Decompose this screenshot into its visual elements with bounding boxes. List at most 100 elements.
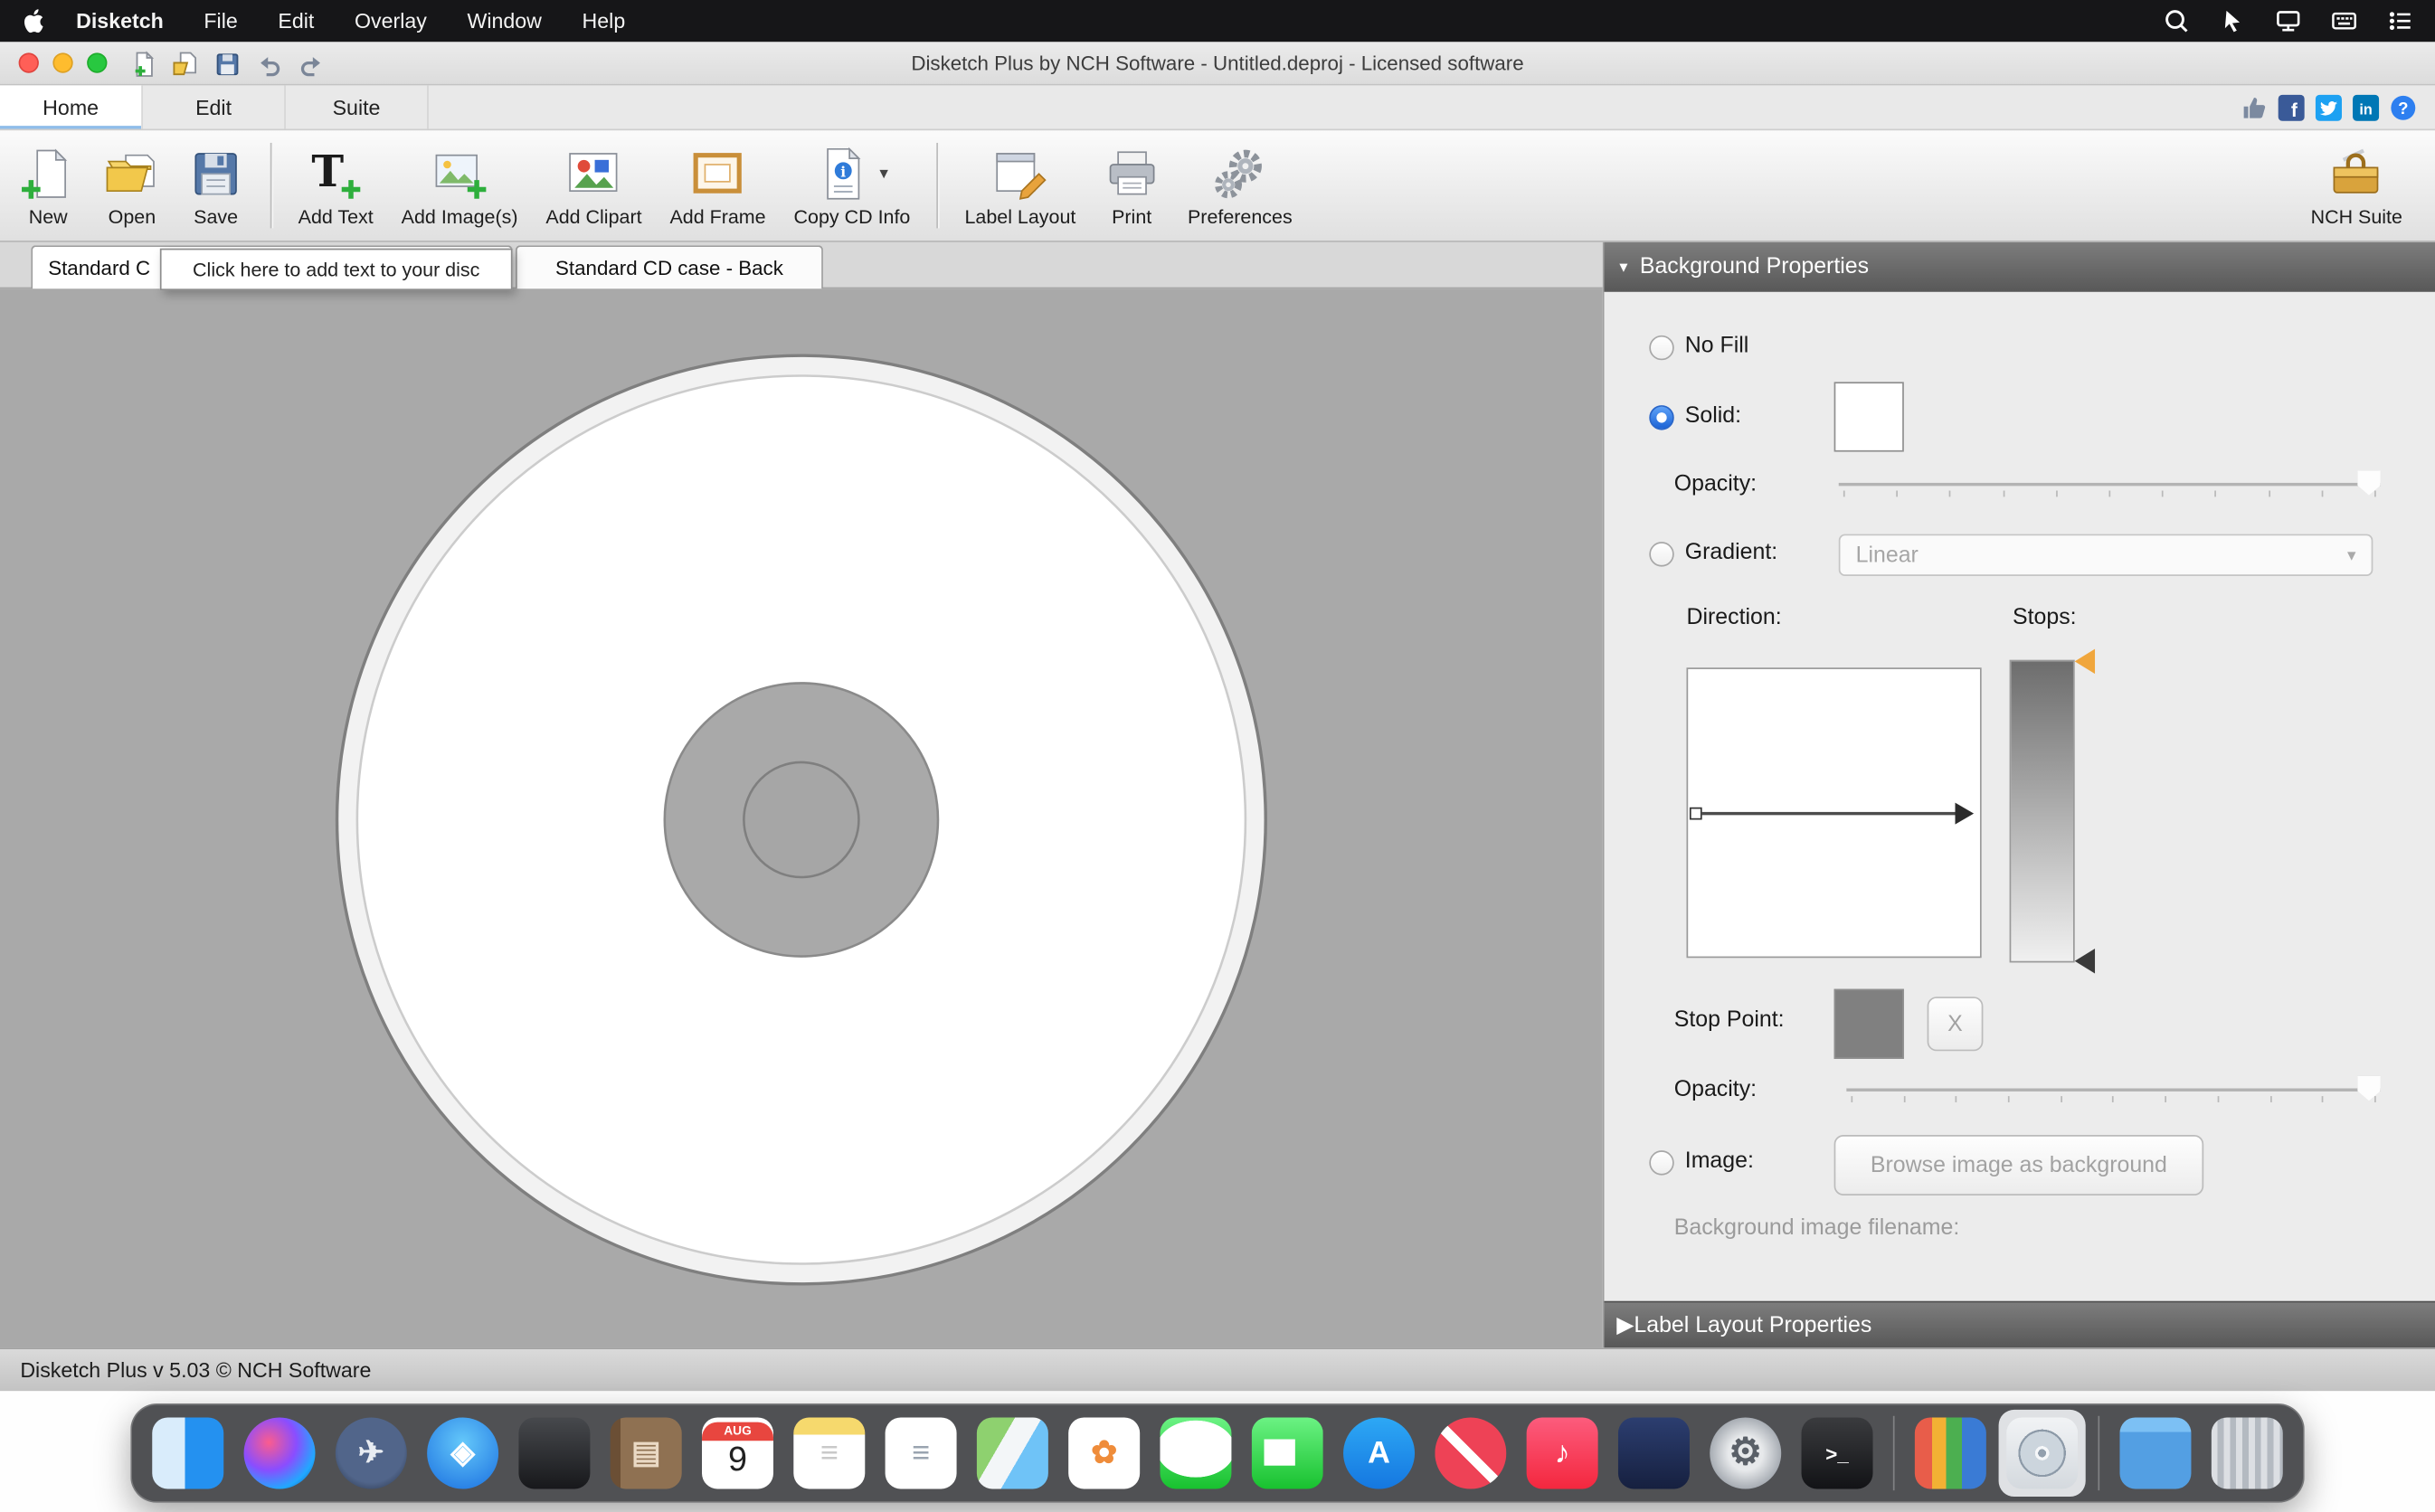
facebook-icon[interactable]: f — [2279, 94, 2305, 120]
dark-blue-app-icon[interactable] — [1618, 1417, 1690, 1488]
thumbs-up-icon[interactable] — [2241, 94, 2267, 120]
solid-opacity-slider[interactable] — [1839, 468, 2381, 499]
gradient-direction-box[interactable] — [1686, 667, 1981, 958]
toolbar-nch-suite[interactable]: NCH Suite — [2297, 130, 2416, 241]
disketch-dock-icon[interactable] — [2006, 1417, 2078, 1488]
gradient-stop-marker-bottom[interactable] — [2075, 949, 2095, 973]
image-label: Image: — [1685, 1148, 1754, 1173]
toolbar-add-clipart[interactable]: Add Clipart — [532, 130, 656, 241]
menu-window[interactable]: Window — [467, 9, 541, 33]
quick-open-icon[interactable] — [173, 50, 199, 78]
solid-color-swatch[interactable] — [1834, 382, 1904, 451]
downloads-folder-icon[interactable] — [2119, 1417, 2191, 1488]
twitter-icon[interactable] — [2316, 94, 2342, 120]
document-tab-back[interactable]: Standard CD case - Back — [516, 245, 823, 288]
spotlight-search-icon[interactable] — [2164, 8, 2190, 34]
toolbar-new[interactable]: New — [6, 130, 90, 241]
gradient-stop-marker-top[interactable] — [2075, 649, 2095, 674]
displays-icon[interactable] — [2275, 8, 2301, 34]
toolbar-add-image-s[interactable]: Add Image(s) — [387, 130, 532, 241]
cd-disc-graphic[interactable] — [0, 288, 1603, 1347]
safari-icon-glyph: ◈ — [450, 1438, 474, 1469]
minimize-window-button[interactable] — [52, 52, 72, 72]
remove-stop-button[interactable]: X — [1928, 997, 1984, 1051]
toolbar-print[interactable]: Print — [1090, 130, 1174, 241]
background-properties-header[interactable]: ▼ Background Properties — [1604, 242, 2435, 292]
direction-line — [1698, 811, 1956, 814]
toolbar-label: Print — [1112, 205, 1151, 227]
svg-text:i: i — [841, 163, 847, 180]
menu-file[interactable]: File — [204, 9, 237, 33]
terminal-icon[interactable]: >_ — [1802, 1417, 1873, 1488]
menu-edit[interactable]: Edit — [278, 9, 314, 33]
status-bar: Disketch Plus v 5.03 © NCH Software — [0, 1347, 2435, 1391]
tab-home[interactable]: Home — [0, 85, 143, 128]
menu-help[interactable]: Help — [583, 9, 626, 33]
dark-artwork-app-icon[interactable] — [518, 1417, 590, 1488]
launchpad-rocket-icon[interactable]: ✈ — [336, 1417, 407, 1488]
add-text-tooltip: Click here to add text to your disc — [160, 249, 513, 290]
system-preferences-icon[interactable]: ⚙ — [1710, 1417, 1781, 1488]
solid-opacity-label: Opacity: — [1674, 472, 1757, 496]
quick-new-icon[interactable] — [130, 50, 156, 78]
disc-design-canvas[interactable] — [0, 288, 1603, 1347]
contacts-icon[interactable]: ▤ — [611, 1417, 682, 1488]
redo-icon[interactable] — [298, 50, 325, 78]
notes-icon[interactable]: ≡ — [793, 1417, 865, 1488]
solid-label: Solid: — [1685, 403, 1741, 428]
messages-icon-face — [1160, 1417, 1231, 1488]
chevron-down-icon: ▾ — [2347, 545, 2355, 565]
gradient-opacity-slider[interactable] — [1846, 1074, 2381, 1105]
maps-icon[interactable] — [977, 1417, 1048, 1488]
gradient-stops-bar[interactable] — [2010, 660, 2075, 963]
linkedin-icon[interactable]: in — [2353, 94, 2379, 120]
help-icon[interactable]: ? — [2390, 94, 2416, 120]
toolbar-open[interactable]: Open — [90, 130, 175, 241]
toolbar-add-frame[interactable]: Add Frame — [656, 130, 780, 241]
restricted-red-icon[interactable] — [1435, 1417, 1506, 1488]
menu-list-icon[interactable] — [2387, 8, 2413, 34]
calendar-icon[interactable]: AUG9 — [702, 1417, 773, 1488]
no-fill-radio[interactable] — [1649, 335, 1673, 360]
undo-icon[interactable] — [256, 50, 282, 78]
quick-save-icon[interactable] — [214, 50, 241, 78]
menu-overlay[interactable]: Overlay — [355, 9, 427, 33]
music-icon[interactable]: ♪ — [1527, 1417, 1598, 1488]
copy-cd-info-dropdown-arrow[interactable]: ▾ — [879, 163, 887, 183]
toolbar-copy-cd-info[interactable]: i▾Copy CD Info — [780, 130, 924, 241]
nch-suite-icon — [2328, 146, 2384, 202]
finder-icon[interactable] — [152, 1417, 223, 1488]
trash-icon[interactable] — [2212, 1417, 2283, 1488]
gradient-type-dropdown[interactable]: Linear ▾ — [1839, 534, 2373, 576]
safari-icon[interactable]: ◈ — [427, 1417, 498, 1488]
apple-menu-icon[interactable] — [22, 8, 48, 34]
toolbar-label: NCH Suite — [2311, 205, 2402, 227]
close-window-button[interactable] — [19, 52, 39, 72]
toolbar-add-text[interactable]: TAdd Text — [284, 130, 387, 241]
open-folder-icon — [104, 146, 160, 202]
toolbar-save[interactable]: Save — [174, 130, 258, 241]
stop-point-color-swatch[interactable] — [1834, 989, 1904, 1059]
toolbar-label-layout[interactable]: Label Layout — [951, 130, 1090, 241]
siri-icon[interactable] — [244, 1417, 316, 1488]
direction-start-handle[interactable] — [1690, 807, 1702, 819]
messages-icon[interactable] — [1160, 1417, 1231, 1488]
zoom-window-button[interactable] — [87, 52, 107, 72]
photos-icon[interactable]: ✿ — [1068, 1417, 1140, 1488]
facetime-icon[interactable] — [1252, 1417, 1323, 1488]
toolbar-preferences[interactable]: Preferences — [1174, 130, 1307, 241]
stop-point-label: Stop Point: — [1674, 1007, 1785, 1032]
gradient-radio[interactable] — [1649, 542, 1673, 566]
label-layout-properties-header[interactable]: ▶ Label Layout Properties — [1604, 1301, 2435, 1348]
reminders-icon[interactable]: ≡ — [886, 1417, 957, 1488]
keyboard-input-icon[interactable] — [2331, 8, 2357, 34]
tab-suite[interactable]: Suite — [286, 85, 429, 128]
pointer-cursor-icon[interactable] — [2219, 8, 2245, 34]
menu-app-name[interactable]: Disketch — [76, 9, 164, 33]
image-radio[interactable] — [1649, 1150, 1673, 1175]
books-library-icon[interactable] — [1915, 1417, 1986, 1488]
browse-image-button[interactable]: Browse image as background — [1834, 1135, 2204, 1195]
solid-radio[interactable] — [1649, 405, 1673, 430]
tab-edit[interactable]: Edit — [143, 85, 286, 128]
app-store-icon[interactable]: A — [1343, 1417, 1415, 1488]
